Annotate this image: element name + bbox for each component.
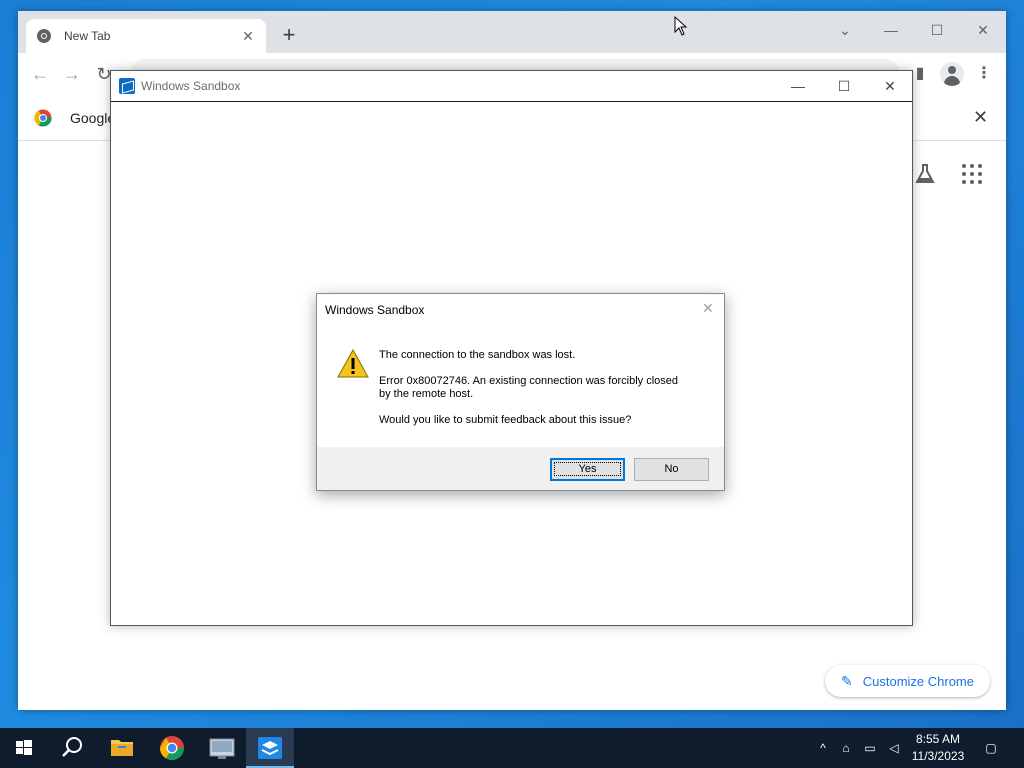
more-icon[interactable]: ⋮ <box>972 62 996 86</box>
warning-icon <box>337 349 369 378</box>
sandbox-close-icon[interactable]: ✕ <box>867 73 913 99</box>
clock-date: 11/3/2023 <box>911 749 965 763</box>
chrome-tab-bar: New Tab ✕ + ⌄ — ☐ ✕ <box>18 11 1006 53</box>
tab-new-tab[interactable]: New Tab ✕ <box>26 19 266 53</box>
labs-icon[interactable] <box>913 162 937 186</box>
customize-chrome-button[interactable]: ✎ Customize Chrome <box>825 665 990 697</box>
back-icon[interactable]: ← <box>28 62 52 86</box>
sandbox-window-title: Windows Sandbox <box>141 79 241 93</box>
windows-sandbox-taskbar-icon[interactable] <box>246 728 294 768</box>
mouse-cursor-icon <box>674 16 688 36</box>
sandbox-maximize-icon[interactable]: ☐ <box>821 73 867 99</box>
infobar-label: Google <box>70 110 116 126</box>
close-window-icon[interactable]: ✕ <box>960 17 1006 43</box>
dialog-question: Would you like to submit feedback about … <box>379 414 632 426</box>
tab-search-icon[interactable]: ⌄ <box>822 17 868 43</box>
display-icon[interactable]: ▭ <box>862 740 878 756</box>
yes-button[interactable]: Yes <box>550 458 625 481</box>
forward-icon[interactable]: → <box>60 62 84 86</box>
chrome-icon[interactable] <box>148 728 196 768</box>
sandbox-minimize-icon[interactable]: — <box>775 73 821 99</box>
dialog-message: The connection to the sandbox was lost. <box>379 349 576 361</box>
tab-title: New Tab <box>64 29 111 43</box>
notification-icon[interactable]: ▢ <box>983 740 999 756</box>
sandbox-title-bar[interactable]: Windows Sandbox — ☐ ✕ <box>111 71 912 102</box>
maximize-icon[interactable]: ☐ <box>914 17 960 43</box>
volume-muted-icon[interactable]: ◁ <box>886 740 902 756</box>
desktop: New Tab ✕ + ⌄ — ☐ ✕ ← → ↻ ▮ ⋮ Google ✕ ✎… <box>0 0 1024 728</box>
minimize-icon[interactable]: — <box>868 17 914 43</box>
dialog-error-line-1: Error 0x80072746. An existing connection… <box>379 375 679 387</box>
clock-time: 8:55 AM <box>915 732 961 746</box>
infobar-close-icon[interactable]: ✕ <box>973 107 988 128</box>
windows-sandbox-icon <box>119 78 135 94</box>
start-icon[interactable] <box>0 728 48 768</box>
sandbox-app-icon[interactable] <box>198 728 246 768</box>
dialog-footer: Yes No <box>317 447 724 490</box>
apps-grid-icon[interactable] <box>962 164 982 184</box>
taskbar: ^ ⌂ ▭ ◁ 8:55 AM 11/3/2023 ▢ <box>0 728 1024 768</box>
chevron-up-icon[interactable]: ^ <box>815 740 831 756</box>
dialog-error-line-2: by the remote host. <box>379 388 474 400</box>
clock[interactable]: 8:55 AM 11/3/2023 <box>905 731 971 765</box>
no-button-label: No <box>664 463 679 475</box>
file-explorer-icon[interactable] <box>98 728 146 768</box>
customize-chrome-label: Customize Chrome <box>862 673 974 689</box>
plus-icon[interactable]: + <box>276 23 302 49</box>
dialog-title: Windows Sandbox <box>325 303 425 317</box>
search-icon[interactable] <box>48 728 96 768</box>
profile-icon[interactable] <box>940 62 964 86</box>
no-button[interactable]: No <box>634 458 709 481</box>
network-icon[interactable]: ⌂ <box>838 740 854 756</box>
chrome-logo-icon <box>34 109 52 127</box>
pencil-icon: ✎ <box>841 672 853 689</box>
yes-button-label: Yes <box>553 462 622 476</box>
error-dialog: Windows Sandbox ✕ The connection to the … <box>316 293 725 491</box>
dialog-close-icon[interactable]: ✕ <box>702 300 714 317</box>
chrome-favicon <box>37 29 51 43</box>
close-icon[interactable]: ✕ <box>240 28 256 45</box>
